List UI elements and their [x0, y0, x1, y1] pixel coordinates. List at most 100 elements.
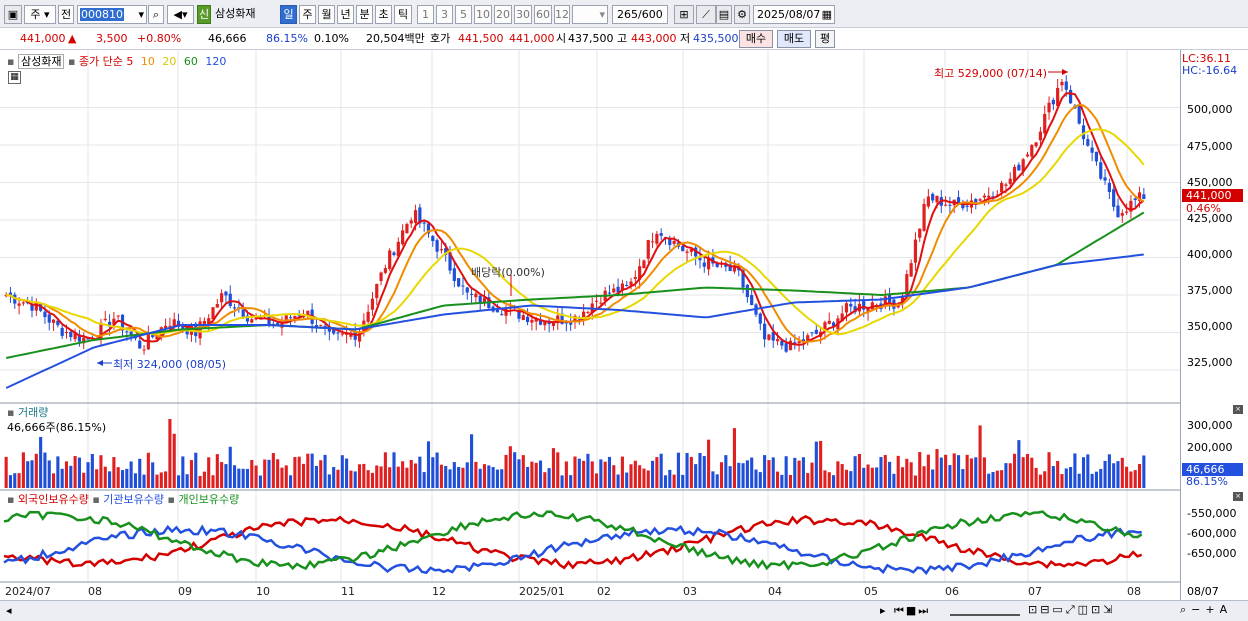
interval-day[interactable]: 일	[280, 5, 297, 24]
volume-bar	[676, 452, 680, 488]
candle-body	[681, 246, 685, 252]
price-axis: LC:36.11 HC:-16.64 500,000 475,000 450,0…	[1180, 50, 1248, 600]
candle-body	[232, 307, 237, 309]
indicator-icon[interactable]: ⊞	[674, 5, 694, 24]
volume-bar	[538, 460, 543, 488]
ask-price: 441,500	[458, 32, 504, 45]
x-label: 08	[88, 585, 102, 598]
volume-bar	[431, 457, 435, 488]
volume-bar	[345, 458, 349, 488]
volume-bar	[435, 452, 439, 488]
volume-bar	[60, 468, 64, 488]
date-input[interactable]: 2025/08/07 ▦	[753, 5, 835, 24]
stock-code-input[interactable]: 000810 ▾	[77, 5, 147, 24]
candle-body	[1094, 151, 1099, 162]
volume-bar	[168, 418, 172, 488]
close-icon[interactable]: ×	[1233, 405, 1243, 414]
zoom-tools[interactable]: ⌕−+A	[1180, 603, 1232, 617]
playback-controls[interactable]: ⏮■⏭	[894, 604, 930, 618]
search-icon[interactable]: ⌕	[148, 5, 164, 24]
zoom-slider[interactable]	[950, 604, 1020, 616]
candle-body	[1060, 81, 1064, 86]
view-tools[interactable]: ⊡⊟▭⤢◫⊡⇲	[1028, 603, 1115, 617]
x-label: 12	[432, 585, 446, 598]
scroll-bar[interactable]: ◂ ▸ ⏮■⏭ ⊡⊟▭⤢◫⊡⇲ ⌕−+A	[0, 600, 1248, 621]
minute-5[interactable]: 5	[455, 5, 472, 24]
minute-20[interactable]: 20	[494, 5, 512, 24]
table-icon[interactable]: ▦	[8, 71, 21, 84]
candle-body	[1017, 164, 1021, 171]
volume-bar	[202, 471, 206, 488]
count-total: /600	[638, 8, 663, 21]
sell-button[interactable]: 매도	[777, 30, 811, 48]
minute-10[interactable]: 10	[474, 5, 492, 24]
candle-body	[1099, 162, 1103, 179]
interval-second[interactable]: 초	[375, 5, 392, 24]
minute-30[interactable]: 30	[514, 5, 532, 24]
gear-icon[interactable]: ⚙	[734, 5, 750, 24]
volume-bar	[620, 456, 624, 488]
candle-body	[521, 315, 525, 321]
volume-bar	[112, 457, 116, 488]
close-icon[interactable]: ×	[1233, 492, 1243, 501]
interval-tick[interactable]: 틱	[394, 5, 412, 24]
candle-body	[586, 312, 590, 314]
prev-button[interactable]: 전	[58, 5, 74, 24]
minute-1[interactable]: 1	[417, 5, 434, 24]
volume-bar	[237, 468, 241, 488]
candle-body	[633, 276, 637, 279]
candle-body	[306, 310, 310, 314]
candle-body	[241, 309, 245, 318]
chart-area[interactable]: ▪ 삼성화재 ▪ 종가 단순 5 10 20 60 120 ▦ 최고 529,0…	[0, 50, 1248, 621]
speaker-icon[interactable]: ◀▾	[167, 5, 194, 24]
interval-week[interactable]: 주	[299, 5, 316, 24]
volume-bar	[30, 460, 34, 488]
minute-120[interactable]: 120	[554, 5, 570, 24]
volume-bar	[125, 468, 129, 488]
volume-bar	[612, 465, 616, 488]
minute-3[interactable]: 3	[436, 5, 453, 24]
volume-bar	[638, 465, 642, 488]
volume-bar	[284, 465, 288, 488]
volume-bar	[314, 465, 318, 488]
legend-ma5: 5	[126, 55, 134, 68]
buy-button[interactable]: 매수	[739, 30, 773, 48]
eval-button[interactable]: 평	[815, 30, 835, 48]
candles	[4, 75, 1146, 355]
interval-year[interactable]: 년	[337, 5, 354, 24]
volume-bar	[758, 472, 762, 488]
volume-bar	[8, 475, 13, 488]
custom-interval-select[interactable]: ▾	[572, 5, 608, 24]
volume-bar	[439, 464, 443, 488]
minute-60[interactable]: 60	[534, 5, 552, 24]
scroll-right-icon[interactable]: ▸	[880, 604, 886, 617]
save-icon[interactable]: ▤	[716, 5, 732, 24]
scroll-left-icon[interactable]: ◂	[6, 604, 12, 617]
volume-bar	[392, 452, 396, 488]
volume-bar	[129, 461, 133, 488]
volume-bar	[633, 460, 637, 488]
volume-bar	[293, 457, 297, 488]
candle-body	[926, 196, 930, 207]
volume-bar	[1043, 471, 1047, 488]
candle-body	[1043, 113, 1047, 134]
own-tick: -550,000	[1187, 507, 1237, 520]
volume-bar	[728, 466, 732, 488]
volume-bar	[448, 469, 452, 488]
draw-tool-icon[interactable]: ⟋	[696, 5, 716, 24]
layout-icon[interactable]: ▣	[4, 5, 22, 24]
candle-body	[849, 304, 853, 307]
count-input[interactable]: 265/600	[612, 5, 668, 24]
volume-bar	[336, 469, 340, 488]
period-select[interactable]: 주 ▾	[24, 5, 56, 24]
volume-bar	[672, 474, 676, 488]
high-price: 443,000	[631, 32, 677, 45]
volume-bar	[461, 467, 465, 488]
candle-body	[922, 203, 926, 231]
volume-bar	[1116, 461, 1120, 488]
volume-bar	[534, 462, 538, 488]
interval-minute[interactable]: 분	[356, 5, 373, 24]
volume-bar	[482, 464, 487, 488]
volume-bar	[495, 469, 499, 488]
interval-month[interactable]: 월	[318, 5, 335, 24]
